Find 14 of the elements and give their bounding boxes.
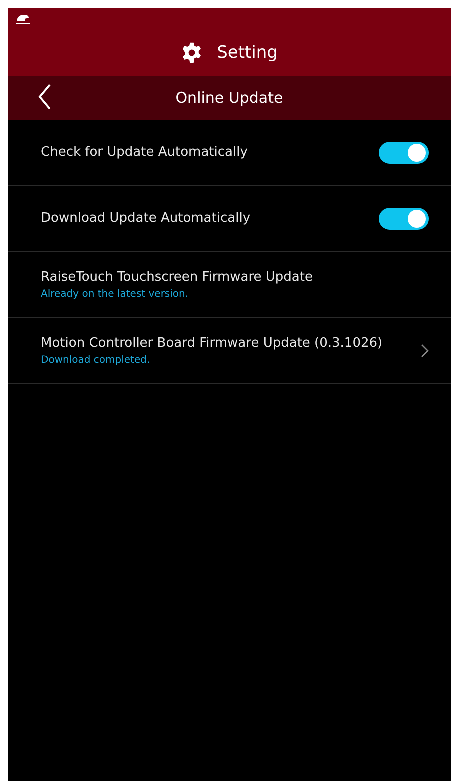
setting-label: Check for Update Automatically bbox=[41, 145, 248, 160]
chevron-icon[interactable] bbox=[421, 344, 429, 358]
toggle-switch[interactable] bbox=[379, 142, 429, 164]
status-text: Already on the latest version. bbox=[41, 288, 190, 300]
logo-icon bbox=[16, 13, 30, 25]
settings-icon bbox=[181, 42, 204, 64]
header-title: Setting bbox=[217, 43, 278, 63]
back-button[interactable] bbox=[38, 84, 52, 110]
setting-label: RaiseTouch Touchscreen Firmware Update bbox=[41, 270, 313, 284]
status-text: Download completed. bbox=[41, 354, 152, 366]
toggle-switch[interactable] bbox=[379, 208, 429, 230]
page-title: Online Update bbox=[176, 89, 284, 107]
setting-label: Download Update Automatically bbox=[41, 211, 251, 226]
setting-label: Motion Controller Board Firmware Update (0.3.1026) bbox=[41, 336, 383, 350]
